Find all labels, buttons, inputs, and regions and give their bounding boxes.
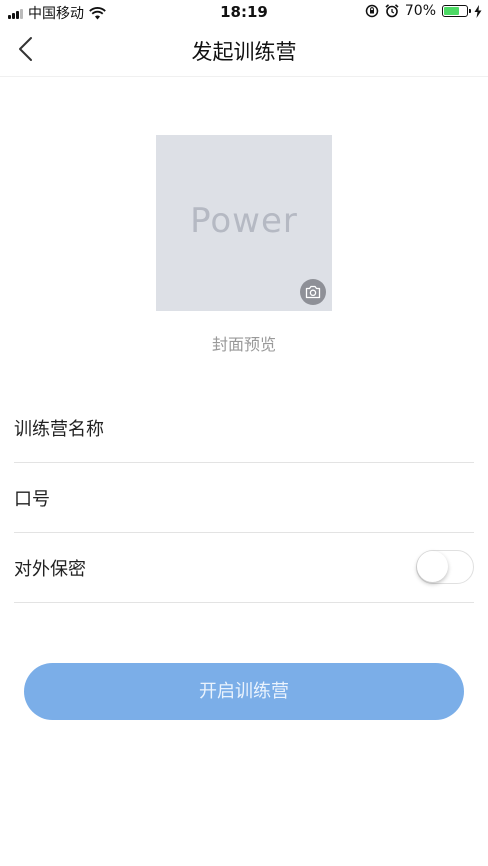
secret-label: 对外保密 bbox=[14, 559, 86, 580]
form-row-slogan: 口号 bbox=[14, 463, 474, 533]
cover-caption: 封面预览 bbox=[211, 335, 276, 354]
start-camp-button[interactable]: 开启训练营 bbox=[24, 663, 464, 720]
slogan-input[interactable] bbox=[134, 481, 474, 515]
camera-button[interactable] bbox=[300, 279, 326, 305]
name-input[interactable] bbox=[134, 411, 474, 445]
battery-percent: 70% bbox=[404, 3, 436, 19]
secret-toggle[interactable] bbox=[416, 550, 474, 584]
alarm-icon bbox=[385, 4, 399, 18]
camera-icon bbox=[305, 285, 321, 299]
toggle-knob bbox=[417, 551, 448, 582]
form-row-secret: 对外保密 bbox=[14, 533, 474, 603]
charging-icon bbox=[474, 4, 482, 18]
form-row-name: 训练营名称 bbox=[14, 393, 474, 463]
status-right: 70% bbox=[365, 3, 482, 19]
slogan-label: 口号 bbox=[14, 489, 50, 510]
status-bar: 中国移动 18:19 70% bbox=[0, 0, 488, 24]
rotation-lock-icon bbox=[365, 4, 379, 18]
nav-bar: 发起训练营 bbox=[0, 24, 488, 77]
cover-image-picker[interactable]: Power bbox=[156, 135, 332, 311]
cover-logo-text: Power bbox=[190, 201, 298, 241]
battery-fill bbox=[444, 7, 460, 15]
page-title: 发起训练营 bbox=[191, 40, 297, 64]
battery-icon bbox=[442, 5, 471, 17]
name-label: 训练营名称 bbox=[14, 419, 104, 440]
